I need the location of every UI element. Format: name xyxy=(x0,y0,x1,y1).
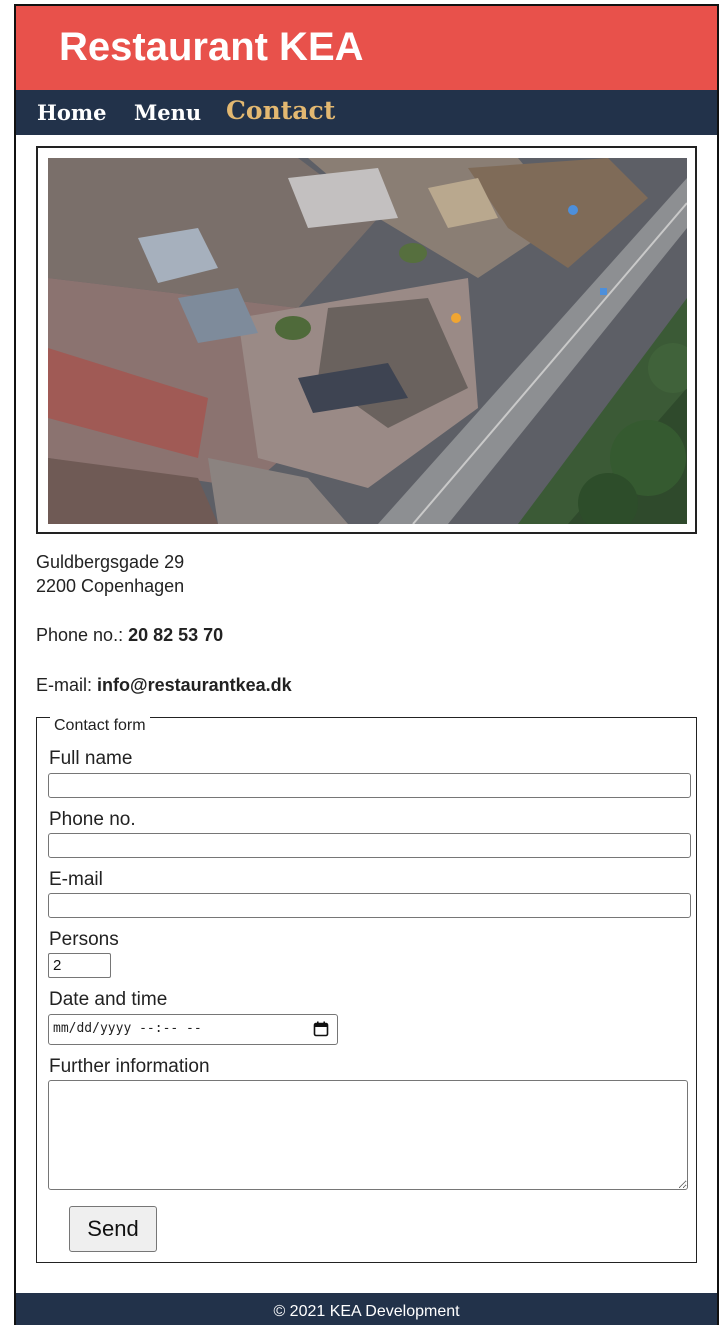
phone-value: 20 82 53 70 xyxy=(128,625,224,645)
site-header: Restaurant KEA xyxy=(16,6,717,90)
full-name-label: Full name xyxy=(49,748,133,769)
phone-input[interactable] xyxy=(48,833,691,858)
send-button[interactable]: Send xyxy=(69,1206,157,1252)
nav-item-home[interactable]: Home xyxy=(37,90,106,135)
datetime-placeholder: mm/dd/yyyy --:-- -- xyxy=(53,1021,202,1036)
email-value: info@restaurantkea.dk xyxy=(97,675,292,695)
footer-copyright: © 2021 KEA Development xyxy=(273,1303,460,1320)
map-container xyxy=(36,146,697,534)
site-title: Restaurant KEA xyxy=(59,25,364,69)
persons-input[interactable] xyxy=(48,953,111,978)
nav-item-menu[interactable]: Menu xyxy=(134,90,201,135)
full-name-input[interactable] xyxy=(48,773,691,798)
email-line: E-mail: info@restaurantkea.dk xyxy=(36,674,292,696)
datetime-label: Date and time xyxy=(49,989,168,1010)
site-footer: © 2021 KEA Development xyxy=(16,1293,717,1325)
aerial-map-image[interactable] xyxy=(48,158,687,524)
phone-field-label: Phone no. xyxy=(49,809,136,830)
address-line-2: 2200 Copenhagen xyxy=(36,576,185,596)
phone-label: Phone no.: xyxy=(36,625,124,645)
address-line-1: Guldbergsgade 29 xyxy=(36,552,185,572)
email-input[interactable] xyxy=(48,893,691,918)
further-info-label: Further information xyxy=(49,1056,210,1077)
phone-line: Phone no.: 20 82 53 70 xyxy=(36,624,223,646)
further-info-textarea[interactable] xyxy=(48,1080,688,1190)
contact-form-legend: Contact form xyxy=(50,716,150,736)
email-field-label: E-mail xyxy=(49,869,103,890)
datetime-input[interactable]: mm/dd/yyyy --:-- -- xyxy=(48,1014,338,1045)
nav-item-contact[interactable]: Contact xyxy=(226,90,335,135)
persons-label: Persons xyxy=(49,929,119,950)
calendar-icon[interactable] xyxy=(313,1021,329,1037)
email-label: E-mail: xyxy=(36,675,93,695)
main-nav: Home Menu Contact xyxy=(16,90,717,135)
